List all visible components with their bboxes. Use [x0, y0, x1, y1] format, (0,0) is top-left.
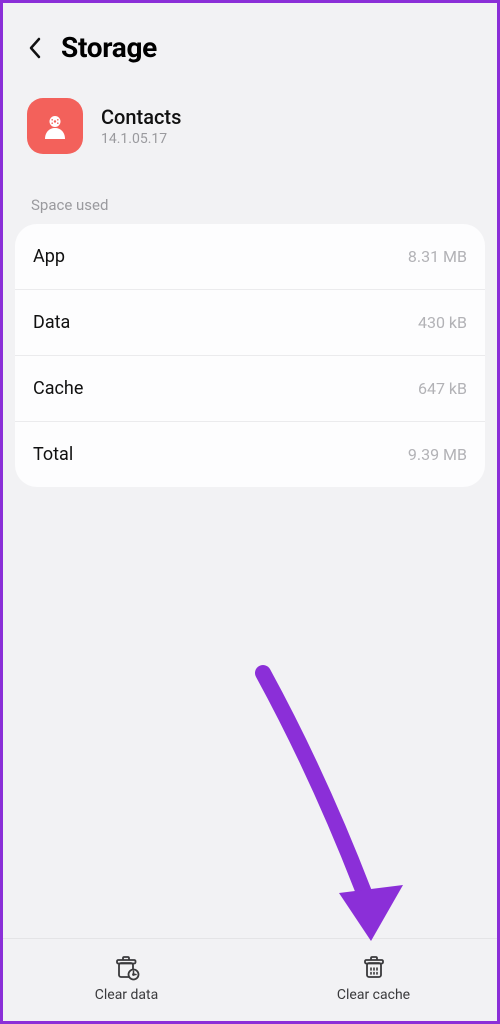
contacts-app-icon: [27, 98, 83, 154]
clear-data-button[interactable]: Clear data: [3, 939, 250, 1021]
clear-cache-button[interactable]: Clear cache: [250, 939, 497, 1021]
row-app: App 8.31 MB: [15, 224, 485, 289]
row-value: 647 kB: [418, 379, 467, 398]
trash-data-icon: [113, 955, 141, 981]
row-label: Data: [33, 312, 70, 333]
section-label-space-used: Space used: [3, 178, 497, 224]
app-version: 14.1.05.17: [101, 131, 181, 147]
row-label: Cache: [33, 378, 83, 399]
back-button[interactable]: [27, 36, 43, 60]
row-value: 430 kB: [418, 313, 467, 332]
row-label: App: [33, 246, 65, 267]
row-label: Total: [33, 444, 73, 465]
row-value: 8.31 MB: [408, 247, 467, 266]
row-total: Total 9.39 MB: [15, 421, 485, 487]
row-data: Data 430 kB: [15, 289, 485, 355]
space-used-card: App 8.31 MB Data 430 kB Cache 647 kB Tot…: [15, 224, 485, 487]
trash-cache-icon: [361, 955, 387, 981]
bottom-action-bar: Clear data Clear cache: [3, 938, 497, 1021]
clear-cache-label: Clear cache: [337, 987, 410, 1003]
app-name: Contacts: [101, 105, 181, 129]
row-value: 9.39 MB: [408, 445, 467, 464]
page-title: Storage: [61, 31, 157, 64]
chevron-left-icon: [28, 37, 42, 59]
clear-data-label: Clear data: [95, 987, 158, 1003]
row-cache: Cache 647 kB: [15, 355, 485, 421]
app-info-row: Contacts 14.1.05.17: [3, 84, 497, 178]
